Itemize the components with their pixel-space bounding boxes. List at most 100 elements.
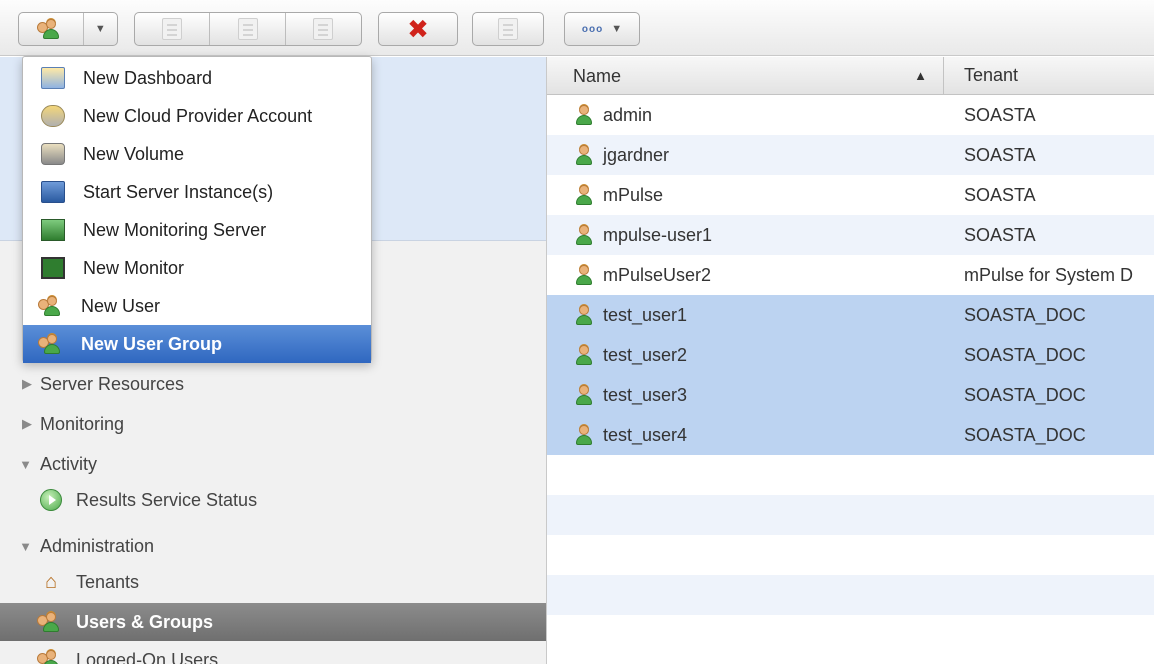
nav-users-groups[interactable]: Users & Groups [0, 603, 546, 641]
user-icon [573, 104, 595, 126]
nav-label: Monitoring [40, 413, 125, 434]
nav-label: Results Service Status [76, 489, 258, 510]
table-row[interactable]: mPulseUser2 mPulse for System D [547, 255, 1154, 295]
menu-item-new-cloud-provider-account[interactable]: New Cloud Provider Account [23, 97, 371, 135]
table-row[interactable]: test_user4 SOASTA_DOC [547, 415, 1154, 455]
table-header: Name ▲ Tenant [547, 57, 1154, 95]
new-user-group-icon [36, 18, 62, 40]
cell-tenant: mPulse for System D [964, 264, 1134, 285]
menu-item-new-dashboard[interactable]: New Dashboard [23, 59, 371, 97]
user-icon [573, 344, 595, 366]
cell-name: test_user4 [547, 424, 944, 446]
menu-item-label: New User Group [81, 333, 223, 354]
user-name: mPulse [603, 184, 664, 205]
cell-name: mPulse [547, 184, 944, 206]
cell-name: jgardner [547, 144, 944, 166]
empty-row [547, 575, 1154, 615]
empty-row [547, 615, 1154, 655]
nav-monitoring[interactable]: ▶ Monitoring [0, 405, 546, 443]
menu-item-label: New Volume [83, 143, 185, 164]
table-row[interactable]: mPulse SOASTA [547, 175, 1154, 215]
cell-name: test_user1 [547, 304, 944, 326]
dashboard-icon [41, 67, 65, 89]
new-user-group-button[interactable] [19, 13, 84, 45]
house-icon: ⌂ [44, 570, 58, 593]
nav-tenants[interactable]: ⌂ Tenants [0, 563, 546, 601]
menu-item-label: New Monitoring Server [83, 219, 267, 240]
menu-item-label: Start Server Instance(s) [83, 181, 274, 202]
user-icon [573, 264, 595, 286]
nav-logged-on-users[interactable]: Logged-On Users [0, 641, 546, 664]
paste-icon [313, 18, 334, 40]
empty-row [547, 535, 1154, 575]
edit-button-group [134, 12, 362, 46]
menu-item-new-user-group[interactable]: New User Group [23, 325, 371, 363]
cell-tenant: SOASTA [964, 184, 1036, 205]
cell-tenant: SOASTA_DOC [964, 384, 1086, 405]
cell-name: admin [547, 104, 944, 126]
nav-results-service-status[interactable]: Results Service Status [0, 481, 546, 519]
delete-button[interactable]: ✖ [378, 12, 458, 46]
menu-item-new-user[interactable]: New User [23, 287, 371, 325]
menu-item-label: New Cloud Provider Account [83, 105, 313, 126]
user-icon [573, 384, 595, 406]
menu-item-label: New Monitor [83, 257, 185, 278]
table-row[interactable]: admin SOASTA [547, 95, 1154, 135]
menu-item-start-server-instance-s[interactable]: Start Server Instance(s) [23, 173, 371, 211]
nav-label: Logged-On Users [76, 649, 219, 664]
column-header-label: Name [573, 65, 622, 86]
menu-item-new-volume[interactable]: New Volume [23, 135, 371, 173]
table-row[interactable]: jgardner SOASTA [547, 135, 1154, 175]
volume-icon [41, 143, 65, 165]
edit-button[interactable] [135, 13, 211, 45]
cell-tenant: SOASTA [964, 144, 1036, 165]
user-icon [38, 295, 63, 317]
nav-label: Server Resources [40, 373, 185, 394]
collapse-arrow-icon: ▼ [19, 456, 32, 472]
table-row[interactable]: test_user1 SOASTA_DOC [547, 295, 1154, 335]
cell-tenant: SOASTA_DOC [964, 424, 1086, 445]
user-name: jgardner [603, 144, 670, 165]
sort-ascending-icon: ▲ [914, 68, 927, 83]
new-item-button-group[interactable]: ▼ [18, 12, 118, 46]
cloud-icon [41, 105, 65, 127]
cell-tenant: SOASTA_DOC [964, 344, 1086, 365]
new-menu-dropdown-button[interactable]: ▼ [84, 13, 117, 45]
user-icon [573, 144, 595, 166]
view-options-button[interactable]: ooo ▼ [564, 12, 640, 46]
column-header-label: Tenant [964, 65, 1019, 85]
copy-icon [237, 18, 258, 40]
monitoring-server-icon [41, 219, 65, 241]
logged-on-users-icon [37, 649, 62, 664]
cell-name: test_user3 [547, 384, 944, 406]
nav-activity[interactable]: ▼ Activity [0, 445, 546, 483]
column-header-tenant[interactable]: Tenant [944, 57, 1154, 94]
column-header-name[interactable]: Name ▲ [547, 57, 944, 95]
users-groups-icon [37, 611, 62, 633]
expand-arrow-icon: ▶ [22, 416, 32, 431]
group-members-icon [498, 18, 518, 40]
paste-button[interactable] [286, 13, 361, 45]
user-name: admin [603, 104, 653, 125]
empty-row [547, 495, 1154, 535]
table-row[interactable]: test_user2 SOASTA_DOC [547, 335, 1154, 375]
table-row[interactable]: test_user3 SOASTA_DOC [547, 375, 1154, 415]
users-table: Name ▲ Tenant admin SOASTA jgardner SOASTA m… [546, 57, 1154, 664]
cell-name: mPulseUser2 [547, 264, 944, 286]
user-name: test_user1 [603, 304, 688, 325]
user-icon [573, 184, 595, 206]
user-name: mpulse-user1 [603, 224, 713, 245]
cell-name: mpulse-user1 [547, 224, 944, 246]
cell-tenant: SOASTA [964, 224, 1036, 245]
nav-server-resources[interactable]: ▶ Server Resources [0, 365, 546, 403]
menu-item-new-monitoring-server[interactable]: New Monitoring Server [23, 211, 371, 249]
group-members-button[interactable] [472, 12, 544, 46]
table-row[interactable]: mpulse-user1 SOASTA [547, 215, 1154, 255]
nav-label: Administration [40, 535, 155, 556]
nav-administration[interactable]: ▼ Administration [0, 527, 546, 565]
menu-item-new-monitor[interactable]: New Monitor [23, 249, 371, 287]
copy-button[interactable] [210, 13, 286, 45]
expand-arrow-icon: ▶ [22, 376, 32, 391]
user-icon [573, 224, 595, 246]
cell-name: test_user2 [547, 344, 944, 366]
